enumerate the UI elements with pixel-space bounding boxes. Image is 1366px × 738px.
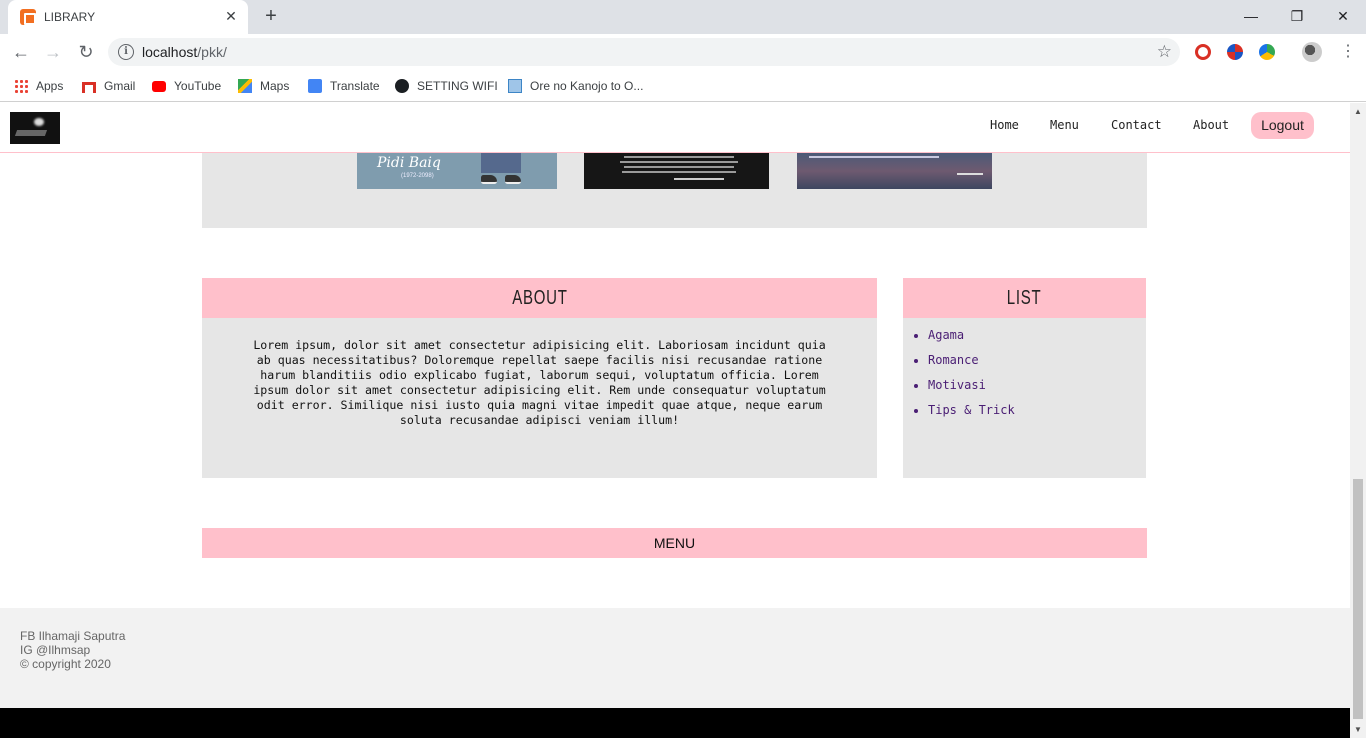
logout-button[interactable]: Logout	[1251, 112, 1314, 139]
close-window-button[interactable]: ✕	[1328, 5, 1358, 27]
bookmark-translate[interactable]: Translate	[308, 77, 380, 95]
category-link[interactable]: Tips & Trick	[928, 403, 1015, 417]
browser-tab[interactable]: LIBRARY ✕	[8, 0, 248, 34]
bookmark-maps[interactable]: Maps	[238, 77, 289, 95]
scrollbar-thumb[interactable]	[1353, 479, 1363, 719]
bookmarks-bar: Apps Gmail YouTube Maps Translate SETTIN…	[0, 70, 1366, 102]
browser-tab-strip: LIBRARY ✕ + — ❐ ✕	[0, 0, 1366, 34]
site-navbar: Home Menu Contact About Logout	[0, 103, 1350, 153]
list-item-agama[interactable]: Agama	[928, 328, 1015, 343]
scroll-down-arrow-icon[interactable]: ▼	[1354, 725, 1362, 734]
extension-vpn-icon[interactable]	[1227, 44, 1243, 60]
bookmark-gmail[interactable]: Gmail	[82, 77, 135, 95]
list-item-romance[interactable]: Romance	[928, 353, 1015, 368]
footer-facebook: FB Ilhamaji Saputra	[20, 629, 126, 643]
close-tab-icon[interactable]: ✕	[222, 7, 240, 25]
list-panel: LIST Agama Romance Motivasi Tips & Trick	[903, 278, 1146, 478]
address-url: localhost/pkk/	[142, 44, 227, 60]
nav-link-about[interactable]: About	[1193, 118, 1229, 132]
bookmark-label: YouTube	[174, 79, 222, 93]
site-footer: FB Ilhamaji Saputra IG @Ilhmsap © copyri…	[0, 608, 1350, 708]
bookmark-label: Gmail	[104, 79, 136, 93]
nav-link-menu[interactable]: Menu	[1050, 118, 1079, 132]
about-panel: ABOUT Lorem ipsum, dolor sit amet consec…	[202, 278, 877, 478]
xampp-favicon-icon	[20, 9, 36, 25]
illustration-shoe	[481, 175, 497, 184]
browser-toolbar: ← → ↻ i localhost/pkk/ ☆	[0, 34, 1366, 70]
github-icon	[395, 79, 409, 93]
bookmark-apps[interactable]: Apps	[14, 77, 63, 95]
address-bar[interactable]: i localhost/pkk/ ☆	[108, 38, 1180, 66]
back-arrow-icon[interactable]: ←	[10, 41, 32, 63]
browser-menu-icon[interactable]: ⋮	[1340, 44, 1356, 60]
footer-copyright: © copyright 2020	[20, 657, 111, 671]
bookmark-page-icon	[508, 79, 522, 93]
extension-red-icon[interactable]	[1195, 44, 1211, 60]
footer-bottom-bar	[0, 708, 1350, 738]
reload-icon[interactable]: ↻	[75, 41, 97, 63]
signature-years: (1972-2098)	[401, 173, 434, 179]
site-info-icon[interactable]: i	[118, 44, 134, 60]
list-heading: LIST	[903, 278, 1146, 318]
illustration-jeans	[481, 153, 521, 173]
apps-grid-icon	[14, 79, 28, 93]
bookmark-label: Ore no Kanojo to O...	[530, 79, 644, 93]
maps-icon	[238, 79, 252, 93]
illustration-shoe	[505, 175, 521, 184]
signature-text: Pidi Baiq	[377, 155, 441, 171]
minimize-window-button[interactable]: —	[1236, 5, 1266, 27]
category-list: Agama Romance Motivasi Tips & Trick	[928, 328, 1015, 428]
youtube-icon	[152, 80, 166, 92]
extension-green-icon[interactable]	[1259, 44, 1275, 60]
gallery-image-quote-1[interactable]: Pidi Baiq (1972-2098)	[357, 153, 557, 189]
category-link[interactable]: Romance	[928, 353, 979, 367]
category-link[interactable]: Agama	[928, 328, 964, 342]
about-body-text: Lorem ipsum, dolor sit amet consectetur …	[253, 338, 826, 427]
page-viewport: Pidi Baiq (1972-2098) Home Menu Contact …	[0, 103, 1366, 738]
gallery-image-quote-3[interactable]	[797, 153, 992, 189]
bookmark-label: Apps	[36, 79, 64, 93]
restore-window-button[interactable]: ❐	[1282, 5, 1312, 27]
forward-arrow-icon[interactable]: →	[42, 41, 64, 63]
scroll-up-arrow-icon[interactable]: ▲	[1354, 107, 1362, 116]
gmail-icon	[82, 81, 96, 93]
new-tab-button[interactable]: +	[260, 5, 282, 27]
page-scrollbar[interactable]: ▲ ▼	[1350, 103, 1366, 738]
bookmark-youtube[interactable]: YouTube	[152, 77, 221, 95]
bookmark-star-icon[interactable]: ☆	[1157, 42, 1172, 62]
bookmark-setting-wifi[interactable]: SETTING WIFI	[395, 77, 498, 95]
list-item-tips-trick[interactable]: Tips & Trick	[928, 403, 1015, 418]
bookmark-ore-no-kanojo[interactable]: Ore no Kanojo to O...	[508, 77, 643, 95]
gallery-image-quote-2[interactable]	[584, 153, 769, 189]
nav-link-home[interactable]: Home	[990, 118, 1019, 132]
translate-icon	[308, 79, 322, 93]
bookmark-label: Maps	[260, 79, 290, 93]
menu-section-bar: MENU	[202, 528, 1147, 558]
nav-link-contact[interactable]: Contact	[1111, 118, 1162, 132]
site-logo[interactable]	[10, 112, 60, 144]
category-link[interactable]: Motivasi	[928, 378, 986, 392]
bookmark-label: SETTING WIFI	[417, 79, 498, 93]
list-item-motivasi[interactable]: Motivasi	[928, 378, 1015, 393]
about-heading: ABOUT	[202, 278, 877, 318]
tab-title: LIBRARY	[44, 10, 96, 24]
bookmark-label: Translate	[330, 79, 380, 93]
footer-instagram: IG @Ilhmsap	[20, 643, 91, 657]
profile-avatar[interactable]	[1302, 42, 1322, 62]
